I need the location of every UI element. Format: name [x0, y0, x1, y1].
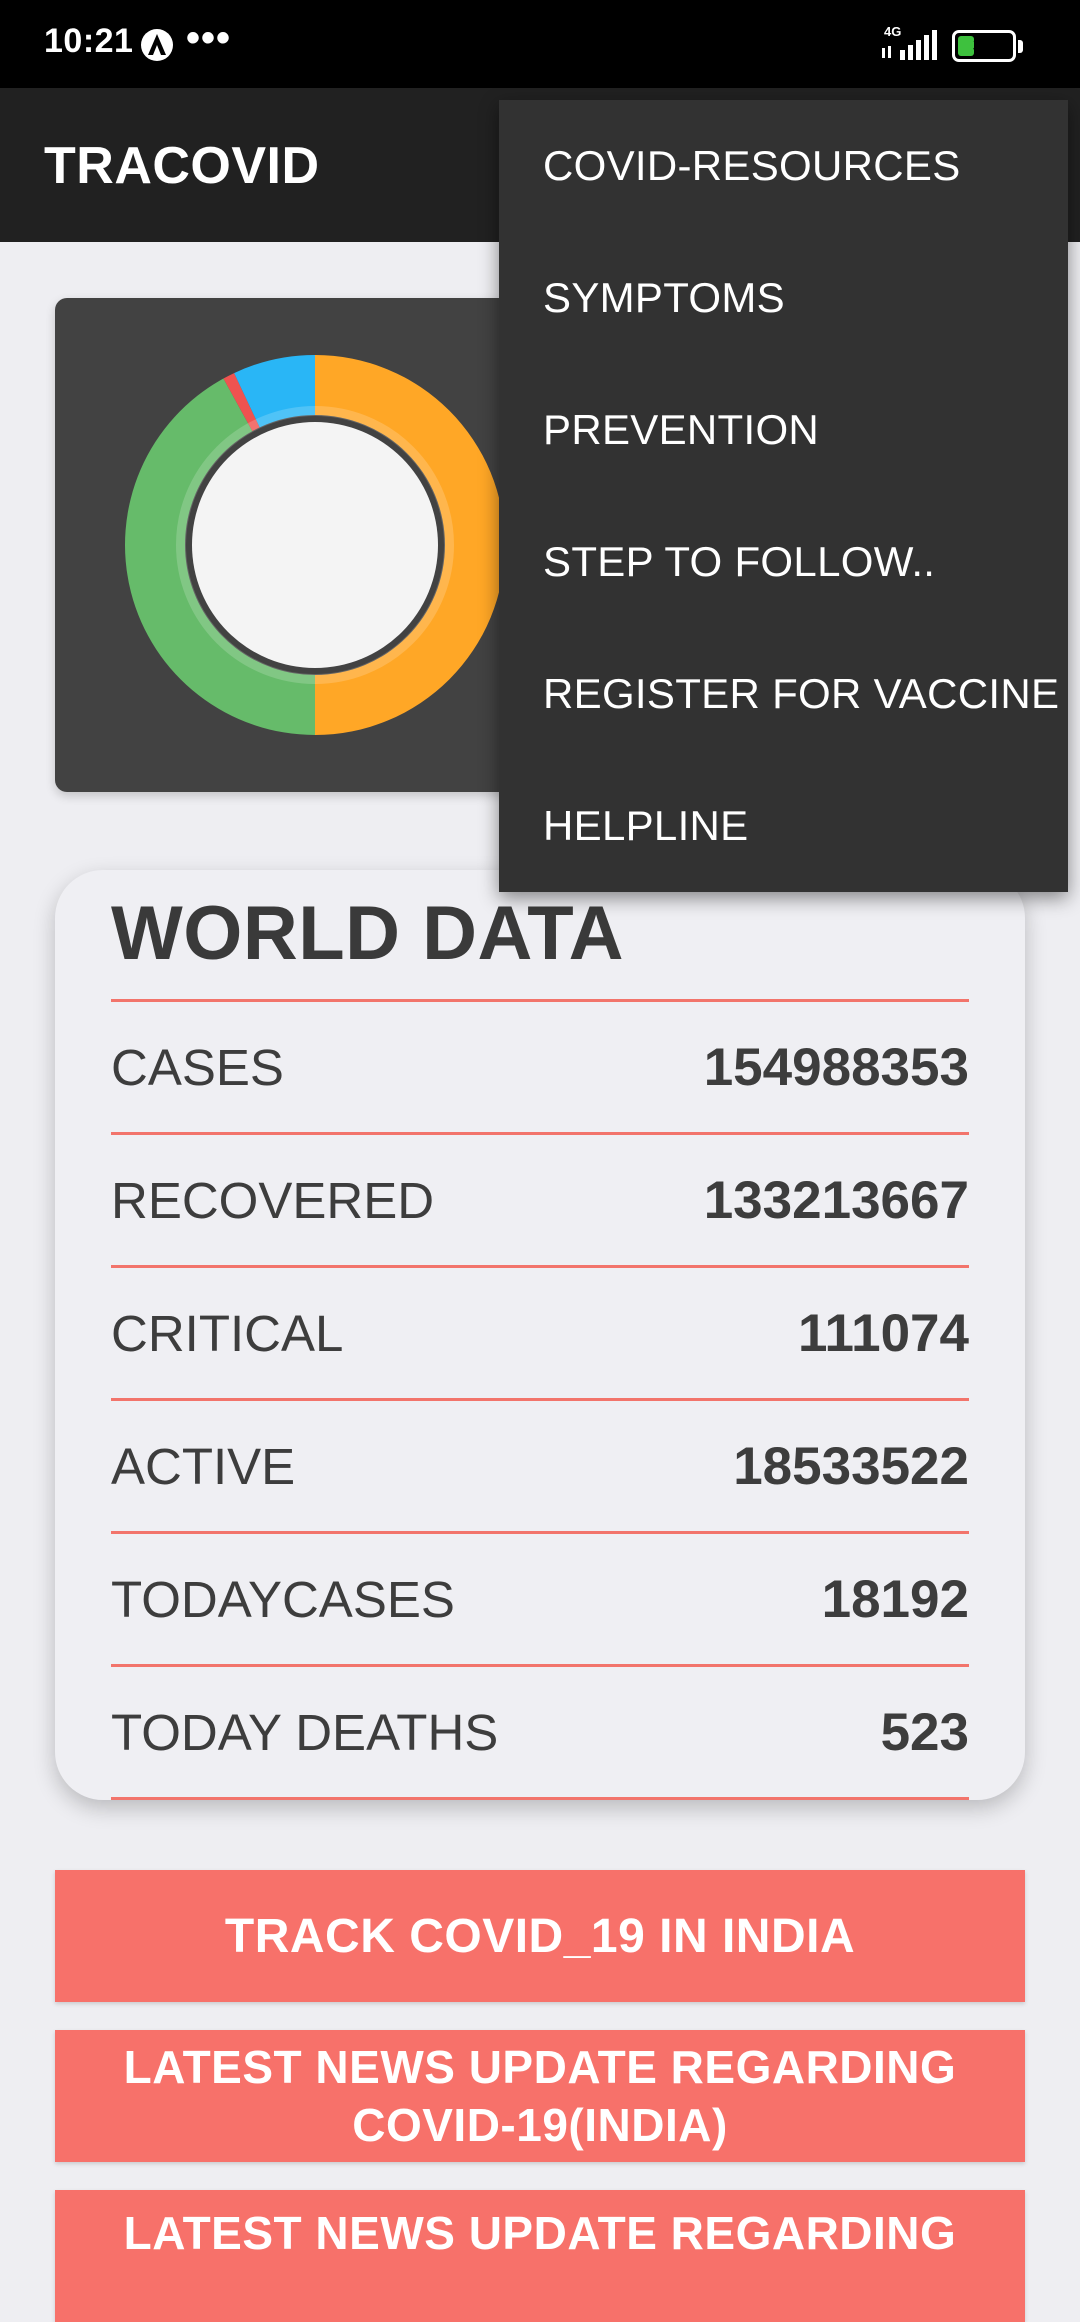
menu-item-prevention[interactable]: PREVENTION — [499, 364, 1068, 496]
battery-tip — [1018, 40, 1023, 53]
menu-item-steps-to-follow[interactable]: STEP TO FOLLOW.. — [499, 496, 1068, 628]
world-row-label: CASES — [111, 1038, 284, 1096]
world-row-value: 523 — [880, 1702, 969, 1762]
status-bar: 10:21 ••• 4G 30 — [0, 0, 1080, 88]
news-world-button[interactable]: LATEST NEWS UPDATE REGARDING — [55, 2190, 1025, 2322]
app-notification-icon — [141, 29, 173, 61]
more-notifications-icon: ••• — [186, 16, 232, 60]
track-india-button[interactable]: TRACK COVID_19 IN INDIA — [55, 1870, 1025, 2002]
world-row-cases: CASES 154988353 — [111, 1002, 969, 1132]
world-row-label: TODAYCASES — [111, 1570, 455, 1628]
world-data-title: WORLD DATA — [111, 891, 624, 976]
menu-item-register-vaccine[interactable]: REGISTER FOR VACCINE — [499, 628, 1068, 760]
world-row-today-cases: TODAYCASES 18192 — [111, 1534, 969, 1664]
menu-item-covid-resources[interactable]: COVID-RESOURCES — [499, 100, 1068, 232]
world-row-today-deaths: TODAY DEATHS 523 — [111, 1667, 969, 1797]
world-row-label: RECOVERED — [111, 1171, 435, 1229]
world-row-value: 18192 — [821, 1569, 969, 1629]
world-row-critical: CRITICAL 111074 — [111, 1268, 969, 1398]
world-row-value: 133213667 — [703, 1170, 969, 1230]
world-row-value: 154988353 — [703, 1037, 969, 1097]
news-india-button[interactable]: LATEST NEWS UPDATE REGARDING COVID-19(IN… — [55, 2030, 1025, 2162]
world-row-label: CRITICAL — [111, 1304, 344, 1362]
battery-icon: 30 — [952, 30, 1016, 62]
menu-item-helpline[interactable]: HELPLINE — [499, 760, 1068, 892]
world-divider — [111, 1797, 969, 1800]
menu-item-symptoms[interactable]: SYMPTOMS — [499, 232, 1068, 364]
world-row-value: 18533522 — [733, 1436, 969, 1496]
world-row-recovered: RECOVERED 133213667 — [111, 1135, 969, 1265]
world-row-label: TODAY DEATHS — [111, 1703, 499, 1761]
app-title: TRACOVID — [44, 137, 320, 195]
world-row-label: ACTIVE — [111, 1437, 296, 1495]
signal-strength-icon — [882, 30, 937, 60]
overflow-menu: COVID-RESOURCES SYMPTOMS PREVENTION STEP… — [499, 100, 1068, 892]
status-time: 10:21 — [44, 22, 134, 60]
donut-center — [192, 422, 438, 668]
battery-level: 30 — [972, 35, 996, 57]
world-data-card: WORLD DATA CASES 154988353 RECOVERED 133… — [55, 870, 1025, 1800]
world-row-active: ACTIVE 18533522 — [111, 1401, 969, 1531]
world-row-value: 111074 — [797, 1303, 969, 1363]
